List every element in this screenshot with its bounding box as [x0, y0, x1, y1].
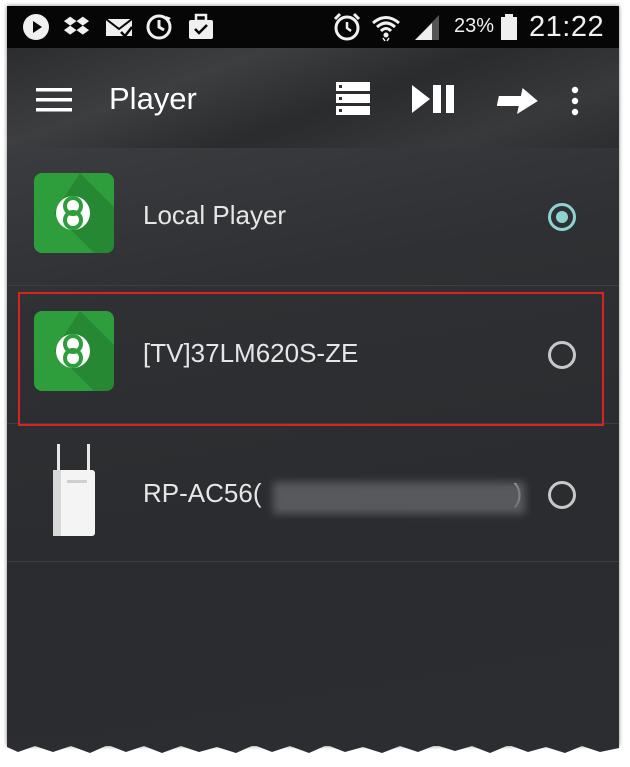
radio-selected[interactable]	[548, 203, 576, 231]
app-logo-icon	[34, 173, 114, 253]
briefcase-icon	[189, 13, 213, 39]
play-icon	[23, 14, 49, 40]
playlist-icon[interactable]	[335, 80, 371, 116]
radio-unselected[interactable]	[548, 481, 576, 509]
forward-icon[interactable]	[497, 86, 539, 116]
wifi-icon	[372, 16, 400, 42]
mail-icon	[105, 18, 133, 38]
sync-icon	[146, 14, 172, 40]
phone-screen: 23% 21:22 Player Local Player [TV]37LM62…	[7, 6, 619, 746]
signal-icon	[415, 15, 439, 40]
battery-icon	[501, 14, 517, 40]
router-icon	[53, 444, 95, 536]
torn-edge	[7, 740, 619, 753]
divider	[7, 561, 619, 562]
menu-icon[interactable]	[36, 88, 72, 112]
player-item-local[interactable]: Local Player	[7, 148, 619, 285]
page-title: Player	[109, 81, 197, 116]
overflow-icon[interactable]	[570, 86, 580, 116]
redacted-text	[273, 482, 525, 514]
action-bar: Player	[7, 48, 619, 148]
highlight-annotation	[18, 292, 604, 426]
alarm-icon	[333, 12, 361, 41]
clock: 21:22	[529, 11, 605, 43]
battery-percent: 23%	[454, 15, 495, 37]
dropbox-icon	[63, 16, 90, 35]
player-label: Local Player	[143, 200, 287, 230]
player-list: Local Player [TV]37LM620S-ZE RP-AC56(	[7, 148, 619, 746]
play-pause-icon[interactable]	[412, 84, 458, 114]
status-bar: 23% 21:22	[7, 6, 619, 48]
